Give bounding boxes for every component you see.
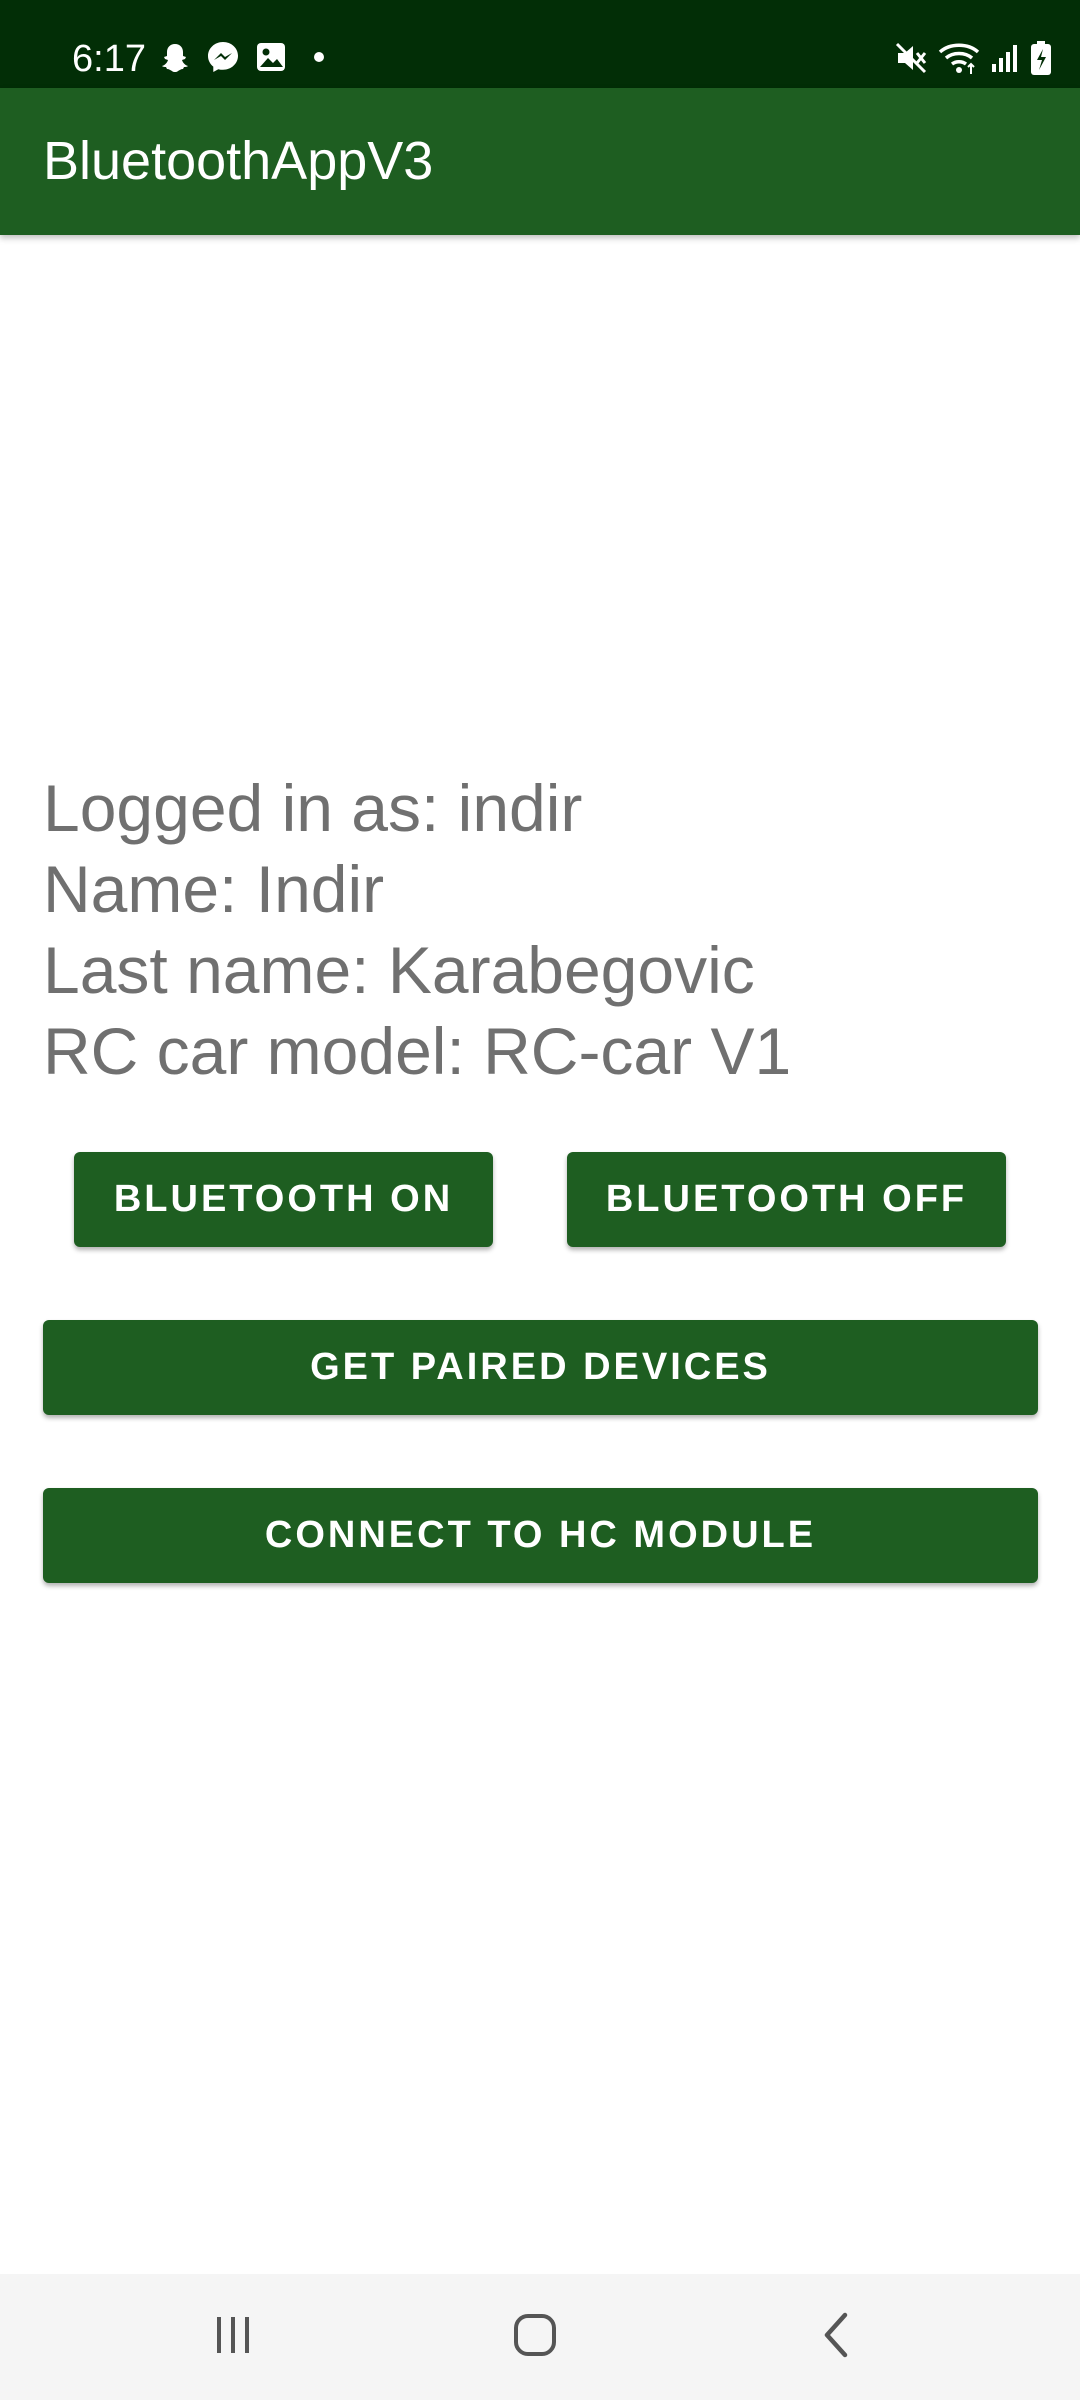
- snapchat-icon: [158, 40, 192, 74]
- battery-charging-icon: [1030, 40, 1052, 76]
- notification-icons: [158, 40, 350, 74]
- mute-icon: [894, 40, 928, 76]
- navigation-bar: [0, 2274, 1080, 2400]
- name-text: Name: Indir: [43, 852, 385, 926]
- logged-in-text: Logged in as: indir: [43, 771, 583, 845]
- bluetooth-off-button[interactable]: BLUETOOTH OFF: [567, 1152, 1006, 1247]
- user-info: Logged in as: indir Name: Indir Last nam…: [43, 768, 791, 1092]
- recents-icon: [211, 2313, 255, 2362]
- status-bar: 6:17: [0, 0, 1080, 88]
- recents-button[interactable]: [173, 2274, 293, 2400]
- home-button[interactable]: [475, 2274, 595, 2400]
- home-icon: [511, 2311, 559, 2364]
- messenger-icon: [206, 40, 240, 74]
- more-dot-icon: [302, 40, 336, 74]
- status-time: 6:17: [72, 38, 146, 80]
- back-icon: [815, 2311, 859, 2364]
- gallery-icon: [254, 40, 288, 74]
- app-bar: BluetoothAppV3: [0, 88, 1080, 235]
- back-button[interactable]: [777, 2274, 897, 2400]
- wifi-icon: [938, 40, 980, 76]
- bluetooth-on-button[interactable]: BLUETOOTH ON: [74, 1152, 493, 1247]
- last-name-text: Last name: Karabegovic: [43, 933, 755, 1007]
- get-paired-devices-button[interactable]: GET PAIRED DEVICES: [43, 1320, 1038, 1415]
- signal-icon: [990, 40, 1020, 76]
- app-title: BluetoothAppV3: [43, 131, 434, 191]
- connect-hc-module-button[interactable]: CONNECT TO HC MODULE: [43, 1488, 1038, 1583]
- system-icons: [884, 40, 1052, 76]
- car-model-text: RC car model: RC-car V1: [43, 1014, 792, 1088]
